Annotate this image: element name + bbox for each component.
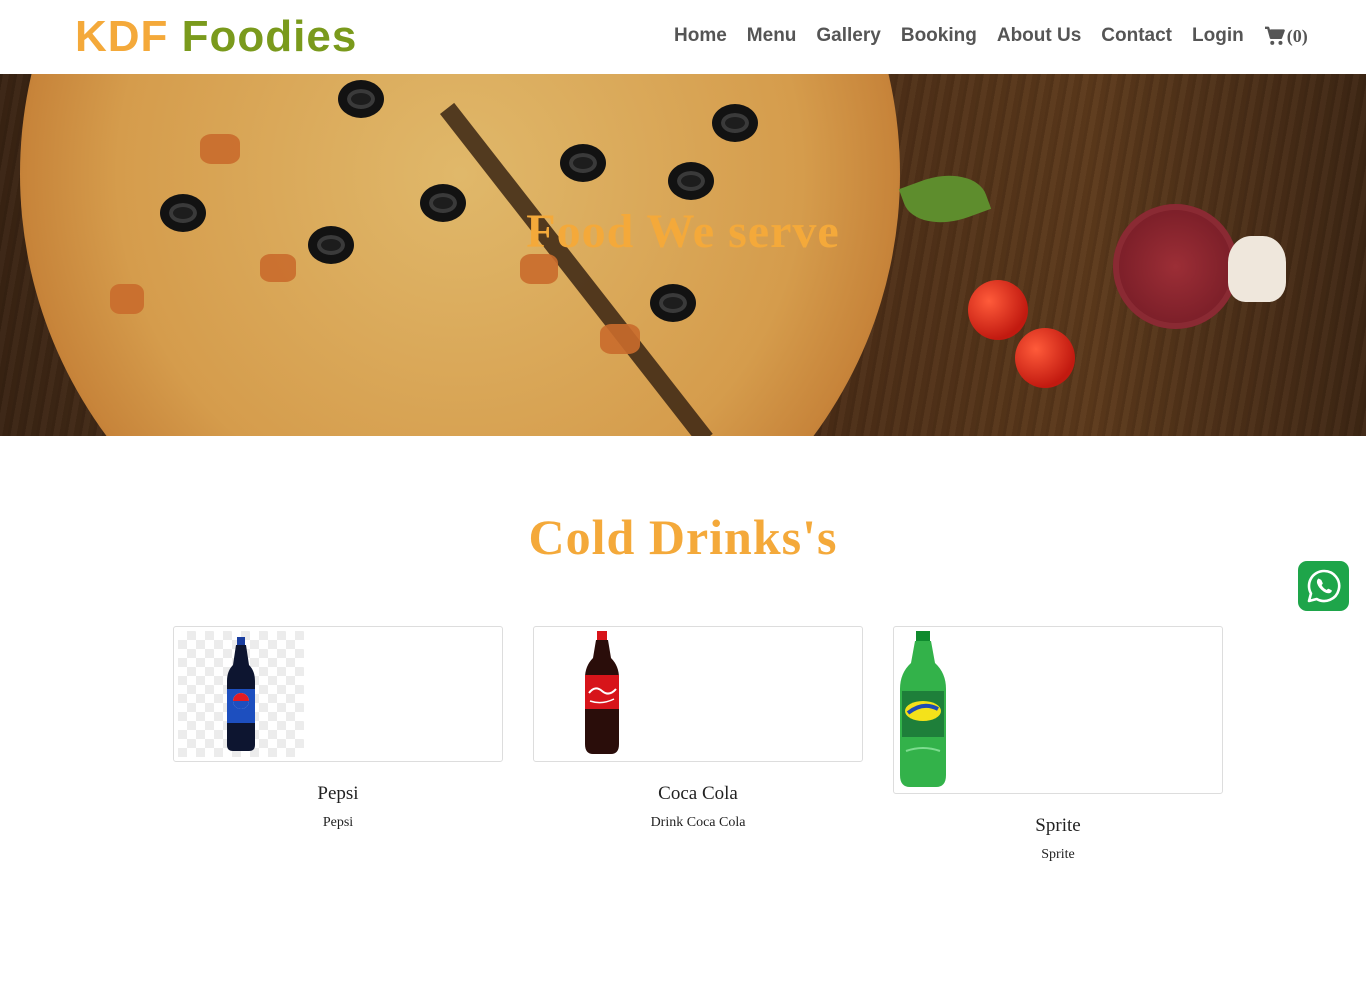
whatsapp-button[interactable] [1298, 561, 1349, 611]
cherry-tomato [1015, 328, 1075, 388]
nav-home[interactable]: Home [664, 24, 737, 48]
whatsapp-icon [1307, 569, 1340, 603]
product-image-frame [533, 626, 863, 762]
nav-booking[interactable]: Booking [891, 24, 987, 48]
site-header: KDF Foodies Home Menu Gallery Booking Ab… [0, 0, 1366, 74]
product-name: Sprite [1035, 815, 1081, 836]
pepsi-bottle-image [178, 631, 304, 757]
brand-part1: KDF [75, 12, 169, 61]
sprite-bottle-image [898, 631, 954, 789]
product-card-coca-cola[interactable]: Coca Cola Drink Coca Cola [533, 626, 863, 832]
product-description: Drink Coca Cola [650, 815, 746, 830]
nav-gallery[interactable]: Gallery [806, 24, 890, 48]
coca-cola-bottle-image [538, 631, 664, 757]
nav-about-us[interactable]: About Us [987, 24, 1091, 48]
product-name: Coca Cola [658, 783, 738, 804]
product-card-pepsi[interactable]: Pepsi Pepsi [173, 626, 503, 832]
chicken-topping [600, 324, 640, 354]
product-name: Pepsi [317, 783, 359, 804]
product-description: Sprite [1041, 847, 1075, 862]
olive-topping [712, 104, 758, 142]
cart-button[interactable]: (0) [1254, 26, 1308, 47]
product-image-frame [173, 626, 503, 762]
olive-topping [560, 144, 606, 182]
chicken-topping [200, 134, 240, 164]
hero-banner: Food We serve [0, 74, 1366, 436]
cherry-tomato [968, 280, 1028, 340]
product-image-frame [893, 626, 1223, 794]
nav-menu[interactable]: Menu [737, 24, 807, 48]
olive-topping [668, 162, 714, 200]
hero-title: Food We serve [526, 205, 840, 258]
nav-contact[interactable]: Contact [1091, 24, 1182, 48]
nav-login[interactable]: Login [1182, 24, 1254, 48]
olive-topping [338, 80, 384, 118]
brand-logo[interactable]: KDF Foodies [75, 12, 357, 62]
section-title: Cold Drinks's [528, 509, 838, 565]
product-card-sprite[interactable]: Sprite Sprite [893, 626, 1223, 864]
shopping-cart-icon [1264, 26, 1285, 45]
brand-part2: Foodies [181, 12, 358, 61]
main-nav: Home Menu Gallery Booking About Us Conta… [664, 24, 1308, 48]
product-description: Pepsi [322, 815, 354, 830]
cart-count: (0) [1286, 25, 1308, 46]
chicken-topping [110, 284, 144, 314]
olive-topping [650, 284, 696, 322]
